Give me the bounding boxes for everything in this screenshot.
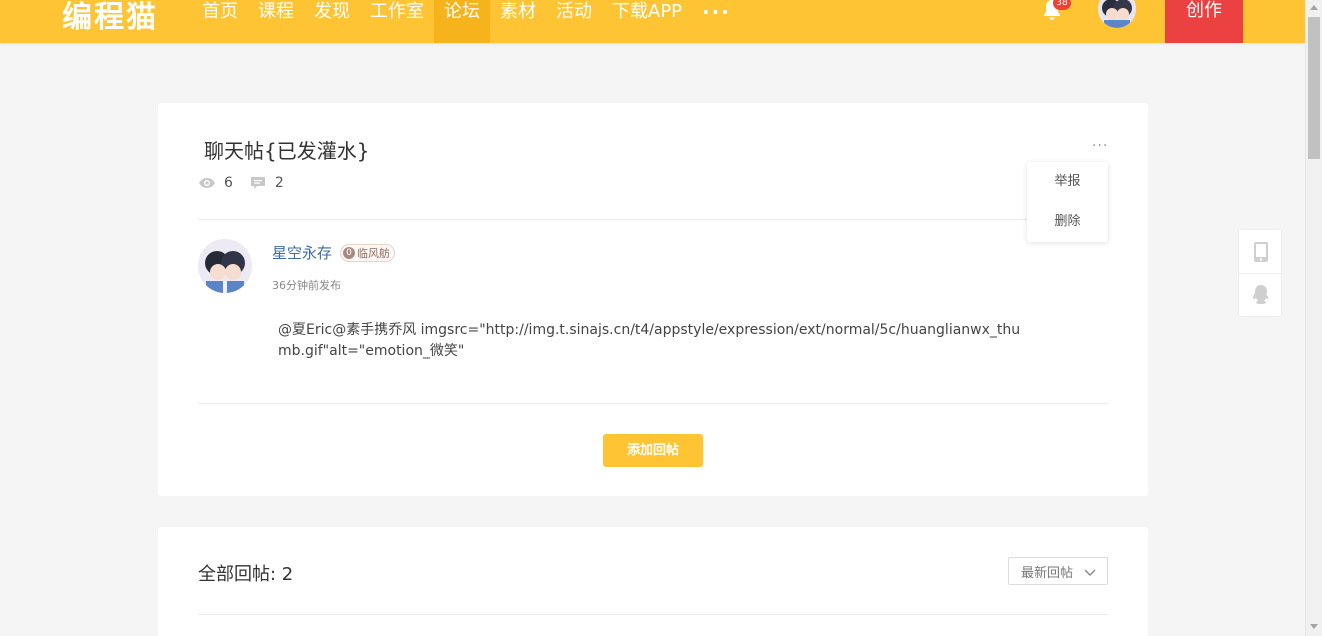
post-title: 聊天帖{已发灌水} xyxy=(204,139,370,163)
rank-badge: 0 临风舫 xyxy=(340,244,395,262)
create-button[interactable]: 创作 xyxy=(1165,0,1243,43)
post-card: 聊天帖{已发灌水} ··· 6 2 星空永存 0 临风舫 36分钟前发布 @夏E… xyxy=(158,103,1148,496)
main-nav: 首页 课程 发现 工作室 论坛 素材 活动 下载APP ··· xyxy=(192,0,741,43)
qq-button[interactable] xyxy=(1239,273,1283,316)
scroll-up-arrow[interactable] xyxy=(1310,5,1318,10)
author-avatar[interactable] xyxy=(198,239,252,293)
divider xyxy=(198,614,1108,615)
nav-item-materials[interactable]: 素材 xyxy=(490,0,546,43)
post-more-button[interactable]: ··· xyxy=(1092,139,1108,153)
floating-toolbar xyxy=(1238,229,1283,317)
menu-item-delete[interactable]: 删除 xyxy=(1027,202,1108,242)
phone-icon xyxy=(1254,241,1268,262)
replies-count-title: 全部回帖: 2 xyxy=(198,564,294,585)
nav-item-forum[interactable]: 论坛 xyxy=(434,0,490,43)
view-count: 6 xyxy=(224,175,233,191)
top-navbar: 编程猫 首页 课程 发现 工作室 论坛 素材 活动 下载APP ··· 38 创… xyxy=(0,0,1305,43)
nav-more-button[interactable]: ··· xyxy=(692,0,741,43)
post-content: @夏Eric@素手携乔风 imgsrc="http://img.t.sinajs… xyxy=(278,322,1021,359)
user-avatar[interactable] xyxy=(1098,0,1136,28)
menu-item-report[interactable]: 举报 xyxy=(1027,162,1108,202)
post-actions-menu: 举报 删除 xyxy=(1027,162,1108,242)
scroll-down-arrow[interactable] xyxy=(1310,624,1318,629)
nav-item-courses[interactable]: 课程 xyxy=(248,0,304,43)
rank-level-icon: 0 xyxy=(343,247,355,259)
page-scrollbar[interactable] xyxy=(1305,0,1322,636)
add-reply-button[interactable]: 添加回帖 xyxy=(603,434,703,467)
avatar-image xyxy=(1098,0,1136,28)
author-avatar-image xyxy=(198,239,252,293)
post-stats: 6 2 xyxy=(198,175,300,191)
mobile-app-button[interactable] xyxy=(1239,230,1283,273)
reply-sort-select[interactable]: 最新回帖 xyxy=(1008,557,1108,585)
comment-count: 2 xyxy=(274,175,284,191)
divider xyxy=(198,403,1108,404)
author-name-link[interactable]: 星空永存 xyxy=(272,242,332,263)
nav-item-events[interactable]: 活动 xyxy=(546,0,602,43)
divider xyxy=(198,219,1108,220)
replies-card: 全部回帖: 2 最新回帖 xyxy=(158,527,1148,636)
notification-badge: 38 xyxy=(1053,0,1071,10)
nav-item-home[interactable]: 首页 xyxy=(192,0,248,43)
rank-label: 临风舫 xyxy=(357,247,390,260)
site-logo[interactable]: 编程猫 xyxy=(62,0,158,35)
sort-select-value: 最新回帖 xyxy=(1021,565,1074,581)
nav-item-download-app[interactable]: 下载APP xyxy=(602,0,692,43)
qq-icon xyxy=(1252,285,1269,304)
nav-item-studio[interactable]: 工作室 xyxy=(360,0,434,43)
scroll-thumb[interactable] xyxy=(1308,17,1320,159)
comment-icon xyxy=(250,177,265,189)
eye-icon xyxy=(199,178,215,188)
chevron-down-icon xyxy=(1084,569,1096,576)
post-time: 36分钟前发布 xyxy=(272,279,341,292)
nav-item-discover[interactable]: 发现 xyxy=(304,0,360,43)
